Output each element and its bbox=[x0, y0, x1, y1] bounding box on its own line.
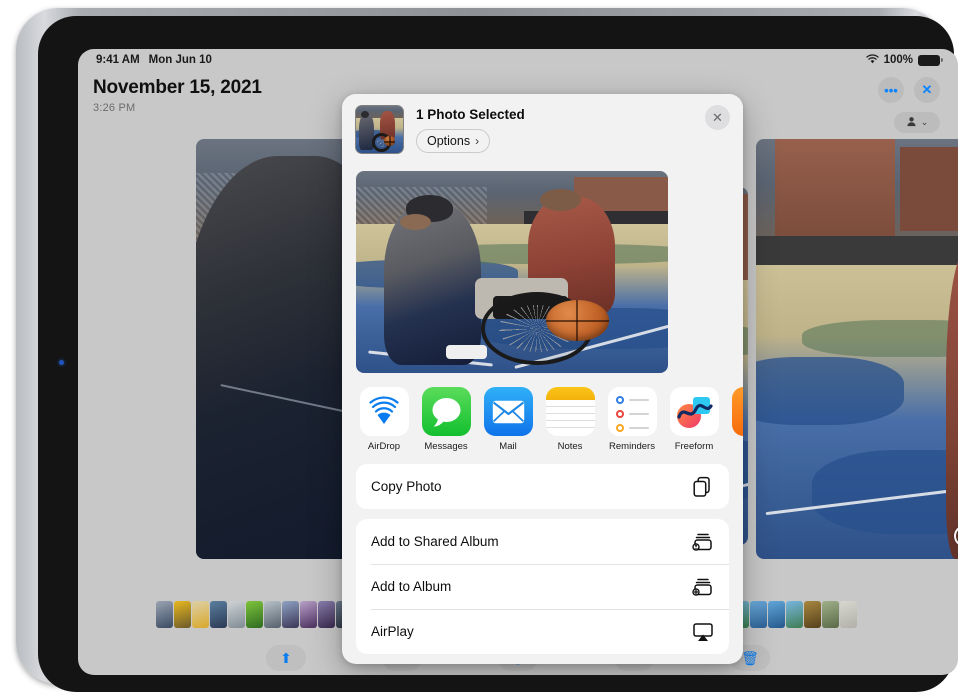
wifi-icon bbox=[865, 53, 879, 67]
action-group-copy: Copy Photo bbox=[356, 464, 729, 509]
airplay-icon bbox=[692, 621, 714, 643]
action-row-copy-photo[interactable]: Copy Photo bbox=[356, 464, 729, 509]
status-bar: 9:41 AM Mon Jun 10 100% bbox=[78, 49, 958, 71]
status-bar-right: 100% bbox=[865, 53, 943, 67]
status-led-indicator bbox=[59, 360, 64, 365]
filmstrip-thumb[interactable] bbox=[804, 600, 821, 628]
notes-icon bbox=[545, 387, 595, 437]
filmstrip-thumb[interactable] bbox=[246, 600, 263, 628]
filmstrip-thumb[interactable] bbox=[210, 600, 227, 628]
people-filter-button[interactable]: ⌄ bbox=[894, 112, 940, 133]
filmstrip-thumb[interactable] bbox=[282, 600, 299, 628]
share-app-mail[interactable]: Mail bbox=[483, 387, 533, 452]
share-app-books[interactable]: B bbox=[731, 387, 743, 452]
share-app-reminders[interactable]: Reminders bbox=[607, 387, 657, 452]
share-sheet-preview-photo[interactable] bbox=[356, 171, 668, 374]
share-app-notes[interactable]: Notes bbox=[545, 387, 595, 452]
page-title: November 15, 2021 bbox=[93, 77, 262, 98]
action-label: Add to Album bbox=[371, 579, 452, 594]
header-title-block: November 15, 2021 3:26 PM bbox=[93, 77, 262, 114]
action-label: Copy Photo bbox=[371, 479, 442, 494]
filmstrip-thumb[interactable] bbox=[156, 600, 173, 628]
share-app-label: Freeform bbox=[674, 441, 714, 453]
more-options-button[interactable]: ••• bbox=[878, 77, 904, 103]
header-actions: ••• ✕ ⌄ bbox=[878, 77, 940, 133]
copy-icon bbox=[692, 476, 714, 498]
filmstrip-thumb[interactable] bbox=[768, 600, 785, 628]
share-sheet-header: 1 Photo Selected Options › ✕ bbox=[342, 94, 743, 165]
battery-full-icon bbox=[918, 54, 943, 66]
share-app-label: AirDrop bbox=[367, 441, 401, 453]
close-icon[interactable]: ✕ bbox=[705, 105, 730, 130]
share-button[interactable]: ⬆ bbox=[266, 645, 306, 671]
reminders-icon bbox=[607, 387, 657, 437]
share-app-label: Messages bbox=[424, 441, 468, 453]
action-row-add-to-album[interactable]: Add to Album bbox=[356, 564, 729, 609]
share-sheet-header-text: 1 Photo Selected Options › bbox=[416, 105, 525, 153]
filmstrip-thumb[interactable] bbox=[786, 600, 803, 628]
filmstrip-thumb[interactable] bbox=[264, 600, 281, 628]
share-app-messages[interactable]: Messages bbox=[421, 387, 471, 452]
shared-album-icon bbox=[692, 531, 714, 553]
share-sheet-apps-row[interactable]: AirDrop Messages Mail Notes Reminders Fr… bbox=[342, 379, 743, 458]
status-bar-left: 9:41 AM Mon Jun 10 bbox=[96, 54, 212, 66]
person-icon bbox=[906, 114, 917, 132]
header-action-row: ••• ✕ bbox=[878, 77, 940, 103]
ipad-screen: 9:41 AM Mon Jun 10 100% November 15, 202… bbox=[78, 49, 958, 675]
battery-percent-label: 100% bbox=[883, 54, 913, 66]
action-row-airplay[interactable]: AirPlay bbox=[356, 609, 729, 654]
share-sheet-preview-row bbox=[342, 165, 743, 379]
share-app-freeform[interactable]: Freeform bbox=[669, 387, 719, 452]
close-viewer-button[interactable]: ✕ bbox=[914, 77, 940, 103]
options-button[interactable]: Options › bbox=[416, 129, 491, 153]
carousel-photo-next[interactable] bbox=[756, 139, 958, 559]
share-app-airdrop[interactable]: AirDrop bbox=[359, 387, 409, 452]
chevron-down-icon: ⌄ bbox=[920, 117, 929, 127]
share-sheet-thumbnail bbox=[355, 105, 404, 154]
action-group-albums: Add to Shared Album Add to Album AirPlay bbox=[356, 519, 729, 654]
mail-icon bbox=[483, 387, 533, 437]
filmstrip-thumb[interactable] bbox=[840, 600, 857, 628]
share-app-label: Notes bbox=[557, 441, 583, 453]
filmstrip-thumb[interactable] bbox=[822, 600, 839, 628]
action-label: Add to Shared Album bbox=[371, 534, 499, 549]
filmstrip-thumb[interactable] bbox=[228, 600, 245, 628]
filmstrip-thumb[interactable] bbox=[174, 600, 191, 628]
messages-icon bbox=[421, 387, 471, 437]
filmstrip-thumb[interactable] bbox=[300, 600, 317, 628]
filmstrip-thumb[interactable] bbox=[318, 600, 335, 628]
chevron-right-icon: › bbox=[475, 134, 480, 148]
device-bezel: 9:41 AM Mon Jun 10 100% November 15, 202… bbox=[38, 16, 958, 692]
status-date: Mon Jun 10 bbox=[148, 54, 212, 66]
share-sheet-actions: Copy Photo Add to Shared Album Add to Al… bbox=[342, 458, 743, 664]
share-sheet: 1 Photo Selected Options › ✕ AirDrop Mes… bbox=[342, 94, 743, 664]
freeform-icon bbox=[669, 387, 719, 437]
action-row-add-to-shared-album[interactable]: Add to Shared Album bbox=[356, 519, 729, 564]
share-app-label: Reminders bbox=[609, 441, 655, 453]
photo-time-label: 3:26 PM bbox=[93, 102, 136, 114]
share-sheet-title: 1 Photo Selected bbox=[416, 107, 525, 122]
add-album-icon bbox=[692, 576, 714, 598]
status-time: 9:41 AM bbox=[96, 54, 140, 66]
filmstrip-thumb[interactable] bbox=[750, 600, 767, 628]
airdrop-icon bbox=[359, 387, 409, 437]
share-app-label: Mail bbox=[499, 441, 517, 453]
options-label: Options bbox=[427, 134, 471, 148]
filmstrip-thumb[interactable] bbox=[192, 600, 209, 628]
books-icon bbox=[731, 387, 743, 437]
ipad-device-frame: 9:41 AM Mon Jun 10 100% November 15, 202… bbox=[16, 8, 958, 692]
action-label: AirPlay bbox=[371, 624, 414, 639]
